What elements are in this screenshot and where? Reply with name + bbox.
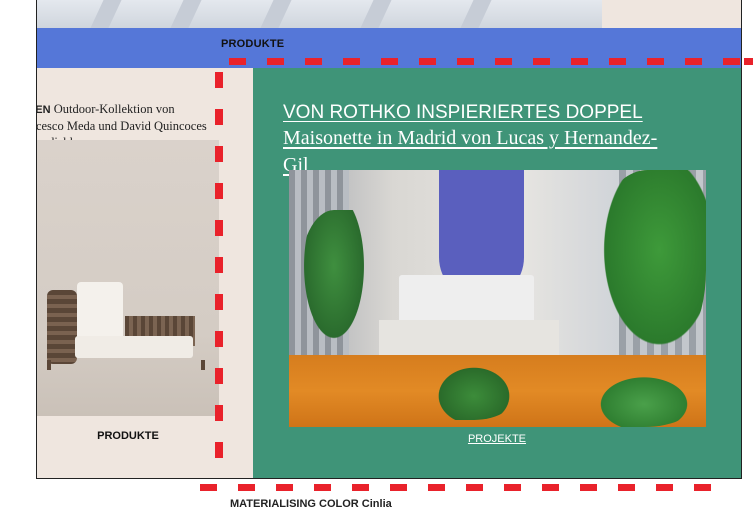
image-plant-floor bbox=[429, 360, 519, 420]
interior-image[interactable] bbox=[289, 170, 706, 427]
bottom-teaser-green[interactable] bbox=[37, 478, 253, 479]
chair-armrest bbox=[47, 290, 77, 364]
chair-legs bbox=[47, 360, 205, 370]
page-frame: PRODUKTE NSEN Outdoor-Kollektion von ran… bbox=[36, 0, 742, 479]
left-teaser-line-1-rest: Outdoor-Kollektion von bbox=[50, 102, 175, 116]
left-teaser-brand: NSEN bbox=[36, 104, 51, 116]
image-plant-corner bbox=[589, 370, 699, 427]
dashed-divider-right-stub bbox=[744, 58, 753, 65]
bottom-teaser-blue-text[interactable]: MATERIALISING COLOR Cinlia bbox=[230, 498, 392, 510]
bottom-teaser-red[interactable] bbox=[499, 478, 741, 479]
left-category-label[interactable]: PRODUKTE bbox=[37, 430, 219, 442]
dashed-divider-bottom bbox=[200, 484, 720, 491]
armchair-image[interactable] bbox=[37, 140, 219, 416]
featured-category-label[interactable]: PROJEKTE bbox=[253, 433, 741, 445]
chair-cushion bbox=[75, 336, 193, 358]
top-photo-strip bbox=[37, 0, 602, 28]
image-plant-left bbox=[299, 210, 369, 350]
dashed-divider-top bbox=[229, 58, 741, 65]
dashed-divider-vertical bbox=[215, 72, 223, 478]
bottom-teaser-blue[interactable] bbox=[253, 478, 499, 479]
featured-title-link[interactable]: VON ROTHKO INSPIERIERTES DOPPEL bbox=[283, 102, 643, 124]
bottom-teaser-red-text[interactable]: DAS BURO ALS SPIELWIESE bbox=[478, 498, 628, 510]
featured-teaser-card[interactable]: VON ROTHKO INSPIERIERTES DOPPEL Maisonet… bbox=[253, 68, 741, 478]
image-plant-right bbox=[589, 170, 706, 370]
chair-backrest bbox=[77, 282, 123, 342]
top-category-label[interactable]: PRODUKTE bbox=[221, 38, 284, 50]
image-bed bbox=[399, 275, 534, 325]
image-bed-base bbox=[379, 320, 559, 355]
